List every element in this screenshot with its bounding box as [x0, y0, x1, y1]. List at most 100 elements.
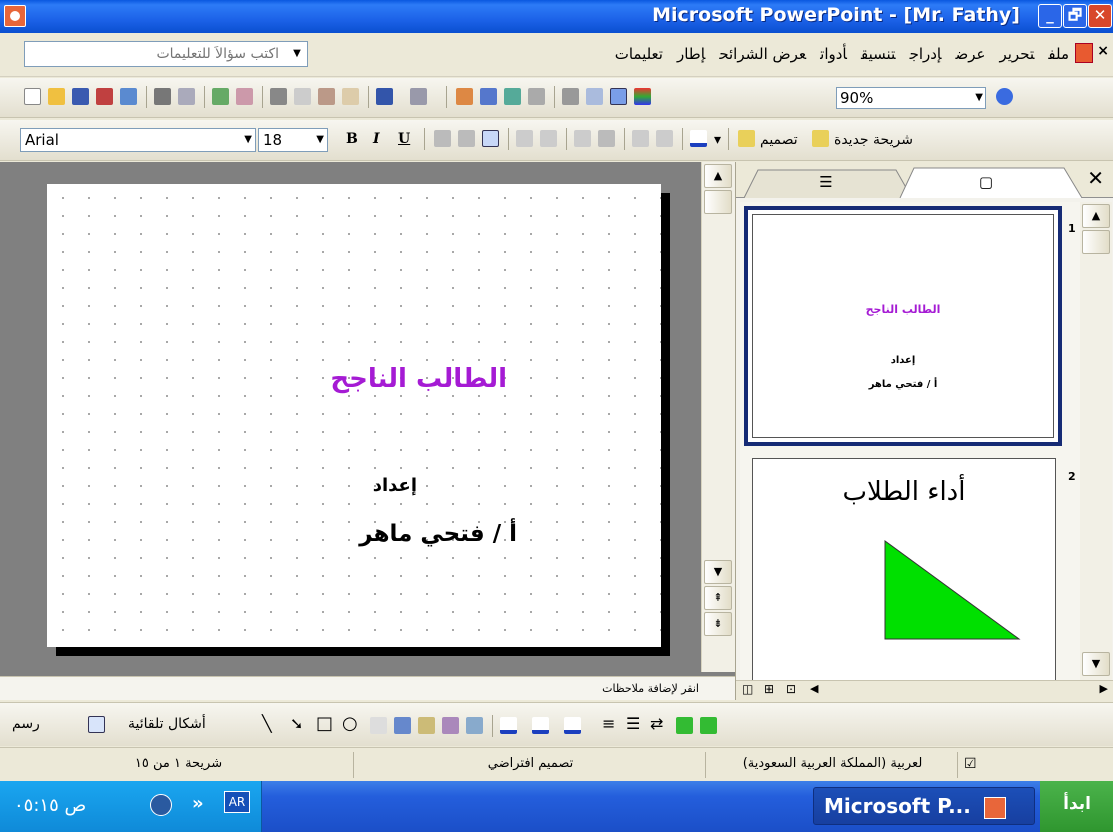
font-color-icon[interactable]: [690, 130, 707, 147]
powerpoint-app-icon[interactable]: [4, 5, 26, 27]
decrease-indent-icon[interactable]: [632, 130, 649, 147]
document-close-button[interactable]: ×: [1097, 43, 1109, 59]
notes-placeholder[interactable]: انقر لإضافة ملاحظات: [602, 682, 699, 695]
font-size-select[interactable]: 18 ▼: [258, 128, 328, 152]
print-icon[interactable]: [154, 88, 171, 105]
underline-button[interactable]: U: [398, 131, 410, 147]
italic-button[interactable]: I: [373, 131, 380, 147]
bold-button[interactable]: B: [346, 131, 358, 147]
menu-insert[interactable]: إدراج: [910, 45, 942, 63]
dash-style-icon[interactable]: ☰: [626, 714, 640, 733]
pane-close-button[interactable]: ✕: [1087, 166, 1104, 190]
arrow-icon[interactable]: ➘: [290, 714, 303, 733]
menu-help[interactable]: تعليمات: [615, 45, 663, 63]
diagram-icon[interactable]: [418, 717, 435, 734]
slide-author[interactable]: أ / فتحي ماهر: [47, 521, 517, 547]
scroll-down-button[interactable]: ▼: [1082, 652, 1110, 676]
align-left-icon[interactable]: [434, 130, 451, 147]
menu-window[interactable]: إطار: [677, 45, 705, 63]
slide-vertical-scrollbar[interactable]: ▲ ▼ ⇞ ⇟: [701, 162, 735, 672]
save-icon[interactable]: [72, 88, 89, 105]
slide-sorter-icon[interactable]: ⊞: [764, 682, 774, 696]
tab-slides[interactable]: ▢: [956, 168, 1016, 198]
slide-title[interactable]: الطالب الناجح: [47, 364, 507, 394]
copy-icon[interactable]: [294, 88, 311, 105]
line-icon[interactable]: ╲: [262, 714, 272, 733]
drawing-menu-button[interactable]: رسم: [12, 716, 40, 732]
help-search-box[interactable]: ▼: [24, 41, 308, 67]
language-indicator[interactable]: AR: [224, 791, 250, 813]
tables-borders-icon[interactable]: [504, 88, 521, 105]
chevron-down-icon[interactable]: ▼: [287, 42, 307, 66]
next-slide-button[interactable]: ⇟: [704, 612, 732, 636]
chevron-down-icon[interactable]: ▼: [975, 88, 983, 108]
print-preview-icon[interactable]: [178, 88, 195, 105]
textbox-icon[interactable]: [370, 717, 387, 734]
slide-thumbnail-2[interactable]: أداء الطلاب: [752, 458, 1056, 680]
3d-style-icon[interactable]: [700, 717, 717, 734]
menu-edit[interactable]: تحرير: [999, 45, 1034, 63]
chevron-down-icon[interactable]: ▾: [714, 132, 721, 148]
email-icon[interactable]: [120, 88, 137, 105]
tray-expand-icon[interactable]: »: [192, 793, 204, 814]
tray-app-icon[interactable]: [150, 794, 172, 816]
new-icon[interactable]: [24, 88, 41, 105]
fill-color-icon[interactable]: [500, 717, 517, 734]
paste-icon[interactable]: [318, 88, 335, 105]
design-icon[interactable]: [738, 130, 755, 147]
document-icon[interactable]: [1075, 43, 1093, 63]
start-button[interactable]: ابدأ: [1040, 781, 1113, 832]
clipart-icon[interactable]: [442, 717, 459, 734]
menu-tools[interactable]: أدوات: [820, 45, 847, 63]
clock[interactable]: ص ٠٥:١٥: [14, 795, 86, 816]
arrow-style-icon[interactable]: ⇄: [650, 714, 663, 733]
bullets-icon[interactable]: [540, 130, 557, 147]
open-icon[interactable]: [48, 88, 65, 105]
help-icon[interactable]: [996, 88, 1013, 105]
show-grid-icon[interactable]: [610, 88, 627, 105]
notes-pane[interactable]: انقر لإضافة ملاحظات: [0, 676, 735, 700]
redo-icon[interactable]: [410, 88, 427, 105]
scroll-left-button[interactable]: ◀: [810, 682, 818, 695]
scroll-thumb[interactable]: [704, 190, 732, 214]
zoom-select[interactable]: 90% ▼: [836, 87, 986, 109]
current-slide[interactable]: الطالب الناجح إعداد أ / فتحي ماهر: [47, 184, 661, 647]
show-formatting-icon[interactable]: [586, 88, 603, 105]
autoshapes-menu-button[interactable]: أشكال تلقائية: [128, 716, 206, 732]
numbering-icon[interactable]: [516, 130, 533, 147]
font-color-icon[interactable]: [564, 717, 581, 734]
slide-prepared-by[interactable]: إعداد: [47, 475, 417, 496]
previous-slide-button[interactable]: ⇞: [704, 586, 732, 610]
scroll-down-button[interactable]: ▼: [704, 560, 732, 584]
text-direction-icon[interactable]: [574, 130, 591, 147]
maximize-button[interactable]: 🗗: [1063, 4, 1087, 28]
help-search-input[interactable]: [25, 42, 283, 66]
line-style-icon[interactable]: ≡: [602, 714, 615, 733]
align-center-icon[interactable]: [458, 130, 475, 147]
insert-chart-icon[interactable]: [456, 88, 473, 105]
slide-thumbnail-1[interactable]: الطالب الناجح إعداد أ / فتحي ماهر: [744, 206, 1062, 446]
wordart-icon[interactable]: [394, 717, 411, 734]
spelling-icon[interactable]: [212, 88, 229, 105]
menu-view[interactable]: عرض: [956, 45, 986, 63]
hyperlink-icon[interactable]: [528, 88, 545, 105]
menu-slideshow[interactable]: عرض الشرائح: [719, 45, 806, 63]
color-grayscale-icon[interactable]: [634, 88, 651, 105]
insert-picture-icon[interactable]: [466, 717, 483, 734]
increase-indent-icon[interactable]: [656, 130, 673, 147]
increase-font-icon[interactable]: [598, 130, 615, 147]
chevron-down-icon[interactable]: ▼: [316, 129, 324, 151]
insert-table-icon[interactable]: [480, 88, 497, 105]
font-name-select[interactable]: Arial ▼: [20, 128, 256, 152]
align-right-icon[interactable]: [482, 130, 499, 147]
shadow-style-icon[interactable]: [676, 717, 693, 734]
scroll-up-button[interactable]: ▲: [704, 164, 732, 188]
scroll-right-button[interactable]: ▶: [1100, 682, 1108, 695]
minimize-button[interactable]: _: [1038, 4, 1062, 28]
slideshow-icon[interactable]: ⊡: [786, 682, 796, 696]
oval-icon[interactable]: ○: [342, 713, 358, 734]
menu-format[interactable]: تنسيق: [861, 45, 896, 63]
menu-file[interactable]: ملف: [1048, 45, 1069, 63]
research-icon[interactable]: [236, 88, 253, 105]
undo-icon[interactable]: [376, 88, 393, 105]
